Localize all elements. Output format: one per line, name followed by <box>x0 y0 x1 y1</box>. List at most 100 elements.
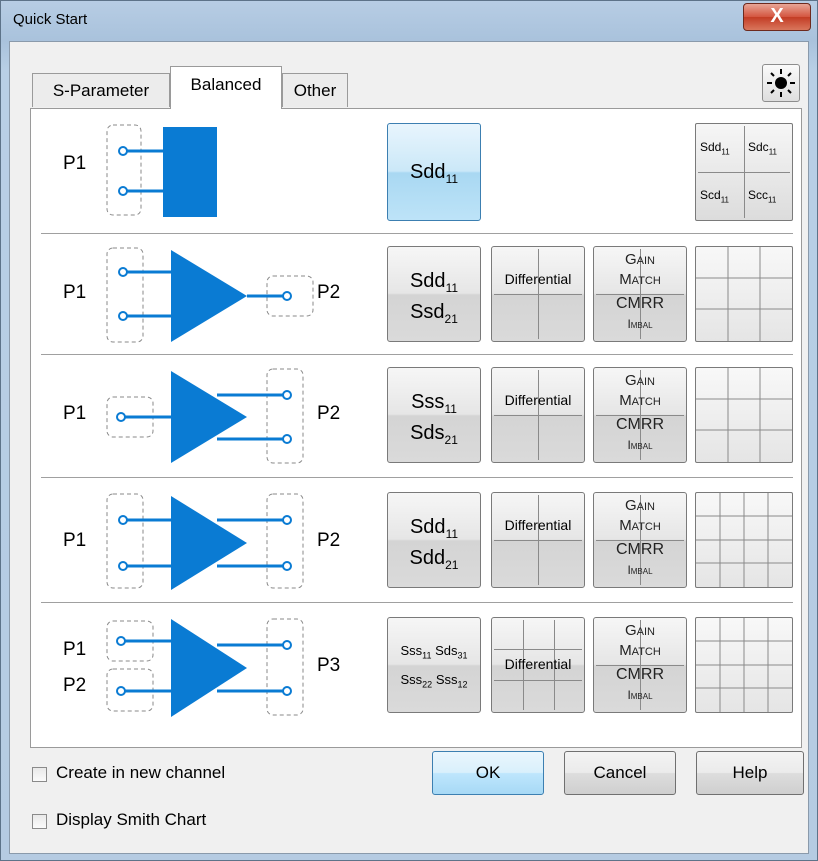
differential-button[interactable]: Differential <box>491 492 585 588</box>
gain-label: Gain <box>624 497 655 514</box>
cmrr-label: CMRR <box>616 295 664 312</box>
topology-row-5: P1 P2 P3 Sss11 Sds31 Sss22 Sss12 Differe… <box>31 603 801 743</box>
create-in-new-channel-label: Create in new channel <box>56 763 226 782</box>
sun-button[interactable] <box>762 64 800 102</box>
differential-label: Differential <box>504 271 572 287</box>
param-name: Sdd <box>409 270 446 292</box>
match-label: Match <box>619 642 661 659</box>
param-index: 11 <box>422 650 432 661</box>
differential-button[interactable]: Differential <box>491 617 585 713</box>
gain-label: Gain <box>624 622 655 639</box>
title-bar[interactable]: Quick Start X <box>1 1 817 41</box>
cmrr-label: CMRR <box>616 666 664 683</box>
sdd11-ssd21-button[interactable]: Sdd11 Ssd21 <box>387 246 481 342</box>
tab-s-parameter[interactable]: S-Parameter <box>32 73 170 107</box>
sdd11-button[interactable]: Sdd11 <box>387 123 481 221</box>
matrix-3x3-button[interactable] <box>695 367 793 463</box>
cell-index: 11 <box>768 147 777 157</box>
cell-name: Sdd <box>700 140 722 154</box>
matrix-4x4-button[interactable] <box>695 492 793 588</box>
param-index: 12 <box>457 679 468 690</box>
close-button[interactable]: X <box>743 3 811 31</box>
cmrr-label: CMRR <box>616 541 664 558</box>
balanced-1port-diagram <box>106 124 217 217</box>
port-label-p2: P2 <box>317 403 341 424</box>
sss11-sds31-sss22-sss12-button[interactable]: Sss11 Sds31 Sss22 Sss12 <box>387 617 481 713</box>
cell-name: Scc <box>748 188 769 202</box>
quick-start-dialog: Quick Start X S-Parameter Balanced Other… <box>0 0 818 861</box>
param-index: 21 <box>444 312 458 326</box>
grid-4x4-icon <box>696 618 792 712</box>
port-label-p2: P2 <box>317 282 341 303</box>
sun-icon <box>767 69 795 97</box>
match-label: Match <box>619 517 661 534</box>
differential-label: Differential <box>504 392 572 408</box>
imbal-label: Imbal <box>627 438 653 452</box>
param-name: Ssd <box>410 301 445 323</box>
gain-match-cmrr-imbal-button[interactable]: Gain Match CMRR Imbal <box>593 492 687 588</box>
sss11-sds21-button[interactable]: Sss11 Sds21 <box>387 367 481 463</box>
balanced-panel: P1 Sdd11 Sdd11 Sdc11 Scd11 Scc11 P1 P2 S… <box>30 108 802 748</box>
match-label: Match <box>619 392 661 409</box>
sdd11-sdd21-button[interactable]: Sdd11 Sdd21 <box>387 492 481 588</box>
window-title: Quick Start <box>13 11 88 28</box>
gain-match-cmrr-imbal-button[interactable]: Gain Match CMRR Imbal <box>593 367 687 463</box>
param-index: 21 <box>445 558 459 572</box>
differential-button[interactable]: Differential <box>491 367 585 463</box>
grid-4x4-icon <box>696 493 792 587</box>
param-index: 22 <box>422 679 433 690</box>
imbal-label: Imbal <box>627 688 653 702</box>
param-index: 11 <box>445 281 459 295</box>
create-in-new-channel-checkbox[interactable] <box>32 767 47 782</box>
matrix-scc11: Scc11 <box>748 188 776 204</box>
matrix-scd11: Scd11 <box>700 188 729 204</box>
imbal-label: Imbal <box>627 563 653 577</box>
param-name: Sds <box>435 643 458 658</box>
param-name: Sdd <box>409 547 446 569</box>
cancel-button[interactable]: Cancel <box>564 751 676 795</box>
balanced-balanced-amp-diagram <box>106 493 304 590</box>
param-index: 21 <box>444 433 458 447</box>
differential-label: Differential <box>504 517 572 533</box>
match-label: Match <box>619 271 661 288</box>
gain-match-cmrr-imbal-button[interactable]: Gain Match CMRR Imbal <box>593 246 687 342</box>
param-index: 11 <box>445 172 459 186</box>
cell-name: Scd <box>700 188 721 202</box>
gain-label: Gain <box>624 251 655 268</box>
grid-3x3-icon <box>696 247 792 341</box>
port-label-p1: P1 <box>63 403 87 424</box>
port-label-p2: P2 <box>63 675 87 696</box>
tab-other[interactable]: Other <box>282 73 348 107</box>
dialog-client: S-Parameter Balanced Other P1 Sdd11 Sdd1… <box>9 41 809 854</box>
param-name: Sdd <box>409 161 446 183</box>
differential-button[interactable]: Differential <box>491 246 585 342</box>
ok-button[interactable]: OK <box>432 751 544 795</box>
matrix-4x4-button[interactable] <box>695 617 793 713</box>
grid-3x3-icon <box>696 368 792 462</box>
single-ended-balanced-amp-diagram <box>106 368 304 464</box>
cmrr-label: CMRR <box>616 416 664 433</box>
param-name: Sss <box>411 391 445 413</box>
cell-index: 11 <box>768 195 777 205</box>
port-label-p3: P3 <box>317 655 341 676</box>
help-button[interactable]: Help <box>696 751 804 795</box>
gain-label: Gain <box>624 372 655 389</box>
imbal-label: Imbal <box>627 317 653 331</box>
param-name: Sss <box>400 643 423 658</box>
matrix-sdc11: Sdc11 <box>748 140 777 156</box>
topology-row-4: P1 P2 Sdd11 Sdd21 Differential Gain Matc… <box>31 478 801 602</box>
param-name: Sss <box>435 671 458 687</box>
topology-row-1: P1 Sdd11 Sdd11 Sdc11 Scd11 Scc11 <box>31 109 801 233</box>
param-index: 11 <box>445 527 459 541</box>
tab-balanced[interactable]: Balanced <box>170 66 282 109</box>
matrix-3x3-button[interactable] <box>695 246 793 342</box>
gain-match-cmrr-imbal-button[interactable]: Gain Match CMRR Imbal <box>593 617 687 713</box>
cell-index: 11 <box>721 147 730 157</box>
cell-index: 11 <box>720 195 729 205</box>
topology-row-2: P1 P2 Sdd11 Ssd21 Differential Gain Matc… <box>31 234 801 354</box>
display-smith-chart-checkbox[interactable] <box>32 814 47 829</box>
param-index: 11 <box>444 402 457 416</box>
matrix-2x2-button[interactable]: Sdd11 Sdc11 Scd11 Scc11 <box>695 123 793 221</box>
balanced-single-ended-amp-diagram <box>106 247 314 343</box>
two-single-balanced-amp-diagram <box>106 618 304 717</box>
